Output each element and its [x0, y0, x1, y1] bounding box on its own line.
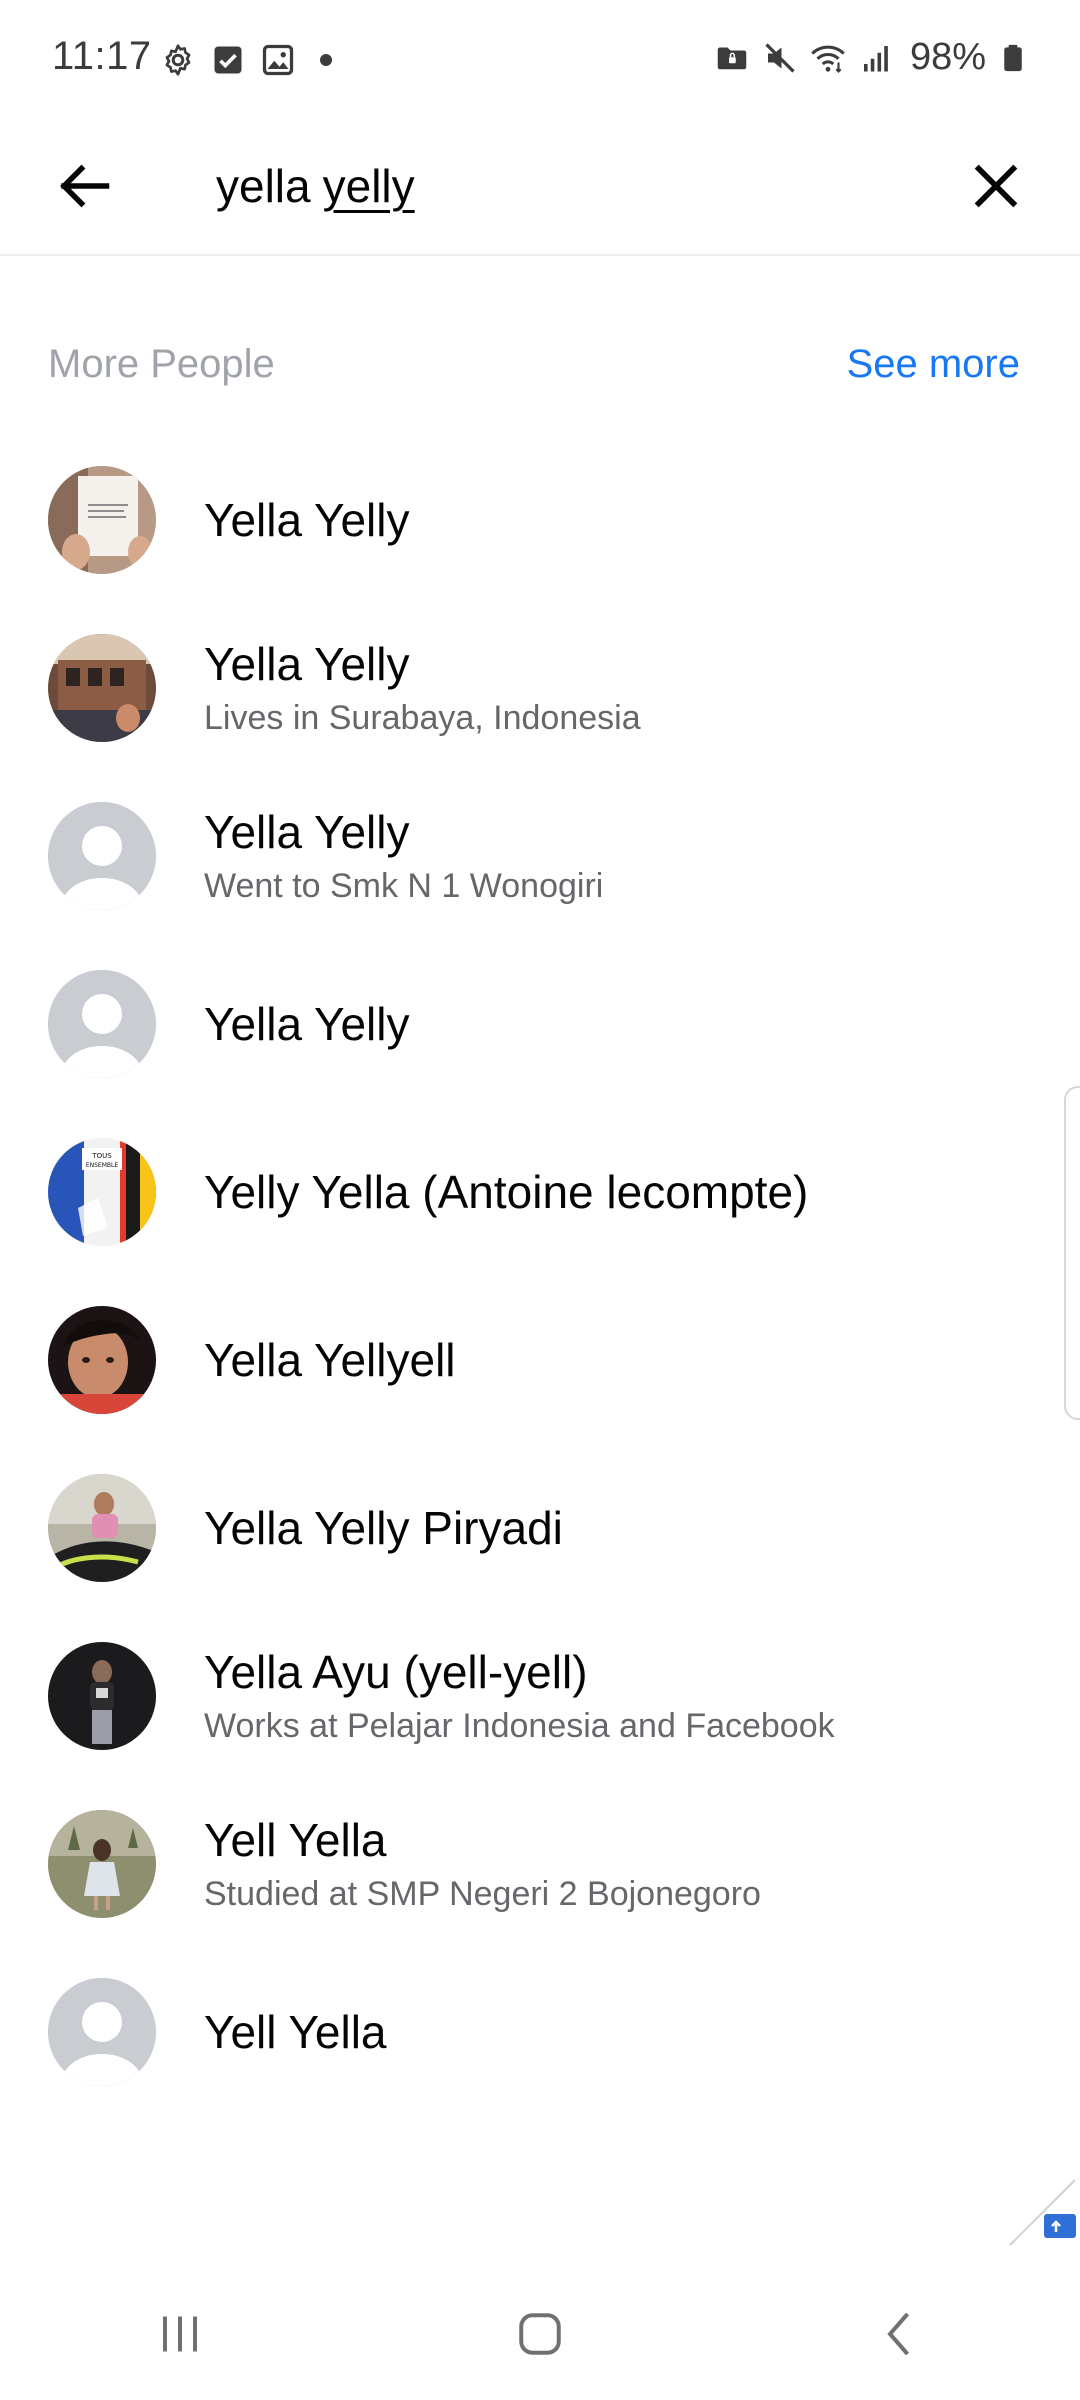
person-row[interactable]: Yella Yelly Went to Smk N 1 Wonogiri — [0, 772, 1080, 940]
search-header: yella yelly — [0, 124, 1080, 256]
person-text: Yelly Yella (Antoine lecompte) — [204, 1108, 808, 1276]
avatar-photo-selfie — [48, 1306, 156, 1414]
search-input[interactable]: yella yelly — [216, 146, 415, 226]
close-icon — [974, 164, 1018, 208]
svg-text:TOUS: TOUS — [91, 1152, 112, 1160]
person-row[interactable]: Yella Yelly — [0, 940, 1080, 1108]
settings-gear-icon — [165, 44, 191, 76]
avatar-photo-book — [48, 466, 156, 574]
person-name: Yelly Yella (Antoine lecompte) — [204, 1166, 809, 1218]
mute-icon — [765, 42, 795, 73]
system-navigation-bar — [0, 2268, 1080, 2400]
person-text: Yella Yellyell — [204, 1276, 456, 1444]
avatar — [48, 634, 156, 742]
clear-search-button[interactable] — [956, 146, 1036, 226]
avatar-photo-flag: TOUS ENSEMBLE — [48, 1138, 156, 1246]
person-text: Yella Yelly Lives in Surabaya, Indonesia — [204, 604, 641, 772]
person-subtitle: Studied at SMP Negeri 2 Bojonegoro — [204, 1875, 761, 1913]
status-notification-icons — [160, 42, 332, 78]
default-profile-icon — [48, 1978, 156, 2086]
default-profile-icon — [48, 802, 156, 910]
checkbox-icon — [214, 46, 242, 74]
person-row[interactable]: Yella Yelly — [0, 436, 1080, 604]
status-time: 11:17 — [52, 34, 152, 78]
person-name: Yella Yelly — [204, 998, 410, 1050]
avatar — [48, 1978, 156, 2086]
avatar-photo-building — [48, 634, 156, 742]
person-text: Yell Yella — [204, 1948, 387, 2116]
status-bar: 11:17 98% — [0, 0, 1080, 124]
battery-icon — [1004, 44, 1022, 71]
person-name: Yella Yelly — [204, 494, 410, 546]
person-text: Yella Yelly — [204, 940, 410, 1108]
search-query-word-underlined: yelly — [322, 160, 415, 212]
default-profile-icon — [48, 970, 156, 1078]
people-list: Yella Yelly Yella Yelly Lives in Surabay… — [0, 436, 1080, 2116]
person-name: Yella Yelly — [204, 806, 410, 858]
secure-folder-shortcut-icon[interactable] — [1000, 2170, 1080, 2250]
person-text: Yella Yelly Piryadi — [204, 1444, 563, 1612]
person-subtitle: Lives in Surabaya, Indonesia — [204, 699, 641, 737]
more-notifications-dot-icon — [320, 54, 332, 66]
avatar — [48, 802, 156, 910]
gallery-icon — [262, 44, 294, 76]
chevron-left-icon — [887, 2312, 910, 2356]
avatar-photo-dark-portrait — [48, 1642, 156, 1750]
person-row[interactable]: Yella Ayu (yell-yell) Works at Pelajar I… — [0, 1612, 1080, 1780]
recent-apps-icon — [163, 2316, 197, 2352]
avatar — [48, 1474, 156, 1582]
avatar — [48, 1306, 156, 1414]
back-button[interactable] — [44, 146, 124, 226]
person-name: Yell Yella — [204, 2006, 387, 2058]
recent-apps-button[interactable] — [120, 2284, 240, 2384]
person-text: Yell Yella Studied at SMP Negeri 2 Bojon… — [204, 1780, 761, 1948]
person-row[interactable]: Yella Yellyell — [0, 1276, 1080, 1444]
more-people-section-header: More People See more — [48, 336, 1020, 392]
arrow-left-icon — [60, 164, 110, 208]
person-row[interactable]: Yella Yelly Lives in Surabaya, Indonesia — [0, 604, 1080, 772]
signal-icon — [863, 45, 888, 71]
person-text: Yella Yelly — [204, 436, 410, 604]
person-subtitle: Went to Smk N 1 Wonogiri — [204, 867, 604, 905]
section-title: More People — [48, 341, 275, 386]
see-more-link[interactable]: See more — [847, 342, 1020, 387]
wifi-icon — [811, 45, 845, 73]
search-query-word: yella — [216, 160, 311, 212]
home-icon — [519, 2313, 561, 2355]
back-nav-button[interactable] — [840, 2284, 960, 2384]
person-text: Yella Yelly Went to Smk N 1 Wonogiri — [204, 772, 603, 940]
home-button[interactable] — [480, 2284, 600, 2384]
person-name: Yella Yelly Piryadi — [204, 1502, 563, 1554]
person-row[interactable]: Yell Yella — [0, 1948, 1080, 2116]
avatar — [48, 466, 156, 574]
person-name: Yella Ayu (yell-yell) — [204, 1646, 588, 1698]
person-row[interactable]: TOUS ENSEMBLE Yelly Yella (Antoine lecom… — [0, 1108, 1080, 1276]
avatar — [48, 970, 156, 1078]
status-system-icons: 98% — [714, 36, 1028, 79]
battery-percentage: 98% — [909, 36, 986, 78]
avatar-photo-girl-motorbike — [48, 1474, 156, 1582]
person-row[interactable]: Yella Yelly Piryadi — [0, 1444, 1080, 1612]
secure-folder-icon — [717, 47, 747, 69]
person-text: Yella Ayu (yell-yell) Works at Pelajar I… — [204, 1612, 835, 1780]
svg-text:ENSEMBLE: ENSEMBLE — [86, 1162, 119, 1169]
avatar — [48, 1642, 156, 1750]
person-name: Yella Yellyell — [204, 1334, 456, 1386]
person-subtitle: Works at Pelajar Indonesia and Facebook — [204, 1707, 835, 1745]
edge-panel-handle[interactable] — [1064, 1086, 1080, 1420]
person-name: Yella Yelly — [204, 638, 410, 690]
avatar-photo-girl-field — [48, 1810, 156, 1918]
person-row[interactable]: Yell Yella Studied at SMP Negeri 2 Bojon… — [0, 1780, 1080, 1948]
person-name: Yell Yella — [204, 1814, 387, 1866]
avatar: TOUS ENSEMBLE — [48, 1138, 156, 1246]
avatar — [48, 1810, 156, 1918]
